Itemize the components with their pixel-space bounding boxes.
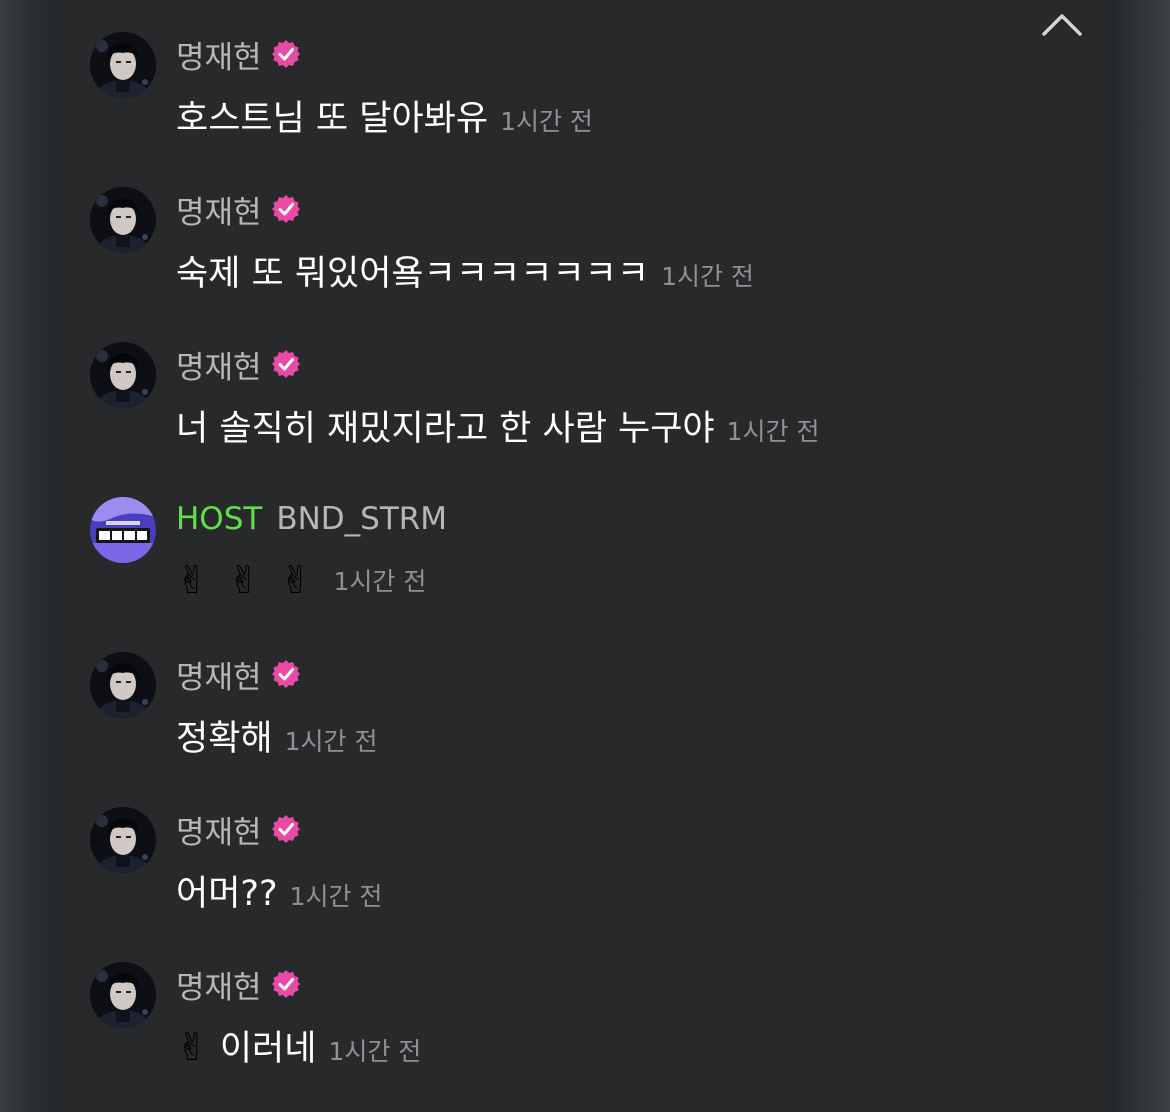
- victory-hand-emoji-icon: ✌: [176, 558, 208, 602]
- username[interactable]: 명재현: [176, 32, 262, 77]
- message-header: 명재현: [176, 32, 302, 76]
- username[interactable]: 명재현: [176, 342, 262, 387]
- avatar[interactable]: [90, 652, 156, 718]
- verified-badge-icon: [270, 813, 302, 845]
- avatar[interactable]: [90, 342, 156, 408]
- screen: 명재현 호스트님 또 달아봐유 1시간 전 명재현 숙제 또 뭐있어욬ㅋㅋㅋㅋㅋ…: [0, 0, 1170, 1112]
- chat-message: 명재현 정확해 1시간 전: [90, 652, 1080, 762]
- host-label: HOST: [176, 501, 263, 537]
- timestamp: 1시간 전: [333, 567, 427, 596]
- username[interactable]: BND_STRM: [276, 501, 447, 537]
- victory-hand-emoji-icon: ✌: [279, 558, 312, 602]
- username[interactable]: 명재현: [176, 962, 262, 1007]
- chat-message: 명재현 너 솔직히 재밌지라고 한 사람 누구야 1시간 전: [90, 342, 1080, 452]
- chat-message: 명재현 어머?? 1시간 전: [90, 807, 1080, 917]
- username[interactable]: 명재현: [176, 807, 262, 852]
- timestamp: 1시간 전: [289, 882, 383, 911]
- message-body: 어머?? 1시간 전: [176, 865, 382, 915]
- timestamp: 1시간 전: [726, 417, 820, 446]
- timestamp: 1시간 전: [661, 262, 754, 291]
- message-header: 명재현: [176, 187, 302, 231]
- victory-hand-emoji-icon: ✌: [176, 1025, 208, 1069]
- message-text: 이러네: [219, 1029, 317, 1069]
- verified-badge-icon: [270, 658, 302, 690]
- message-header: HOST BND_STRM: [176, 497, 447, 541]
- timestamp: 1시간 전: [284, 727, 378, 756]
- verified-badge-icon: [270, 38, 302, 70]
- message-text: 너 솔직히 재밌지라고 한 사람 누구야: [176, 409, 715, 449]
- chat-message: 명재현 숙제 또 뭐있어욬ㅋㅋㅋㅋㅋㅋㅋ 1시간 전: [90, 187, 1080, 297]
- message-header: 명재현: [176, 962, 302, 1006]
- message-body: 너 솔직히 재밌지라고 한 사람 누구야 1시간 전: [176, 400, 820, 450]
- message-header: 명재현: [176, 652, 302, 696]
- chat-message: 명재현 ✌ 이러네 1시간 전: [90, 962, 1080, 1072]
- chat-message-host: HOST BND_STRM ✌ ✌ ✌ 1시간 전: [90, 497, 1080, 607]
- message-text: 호스트님 또 달아봐유: [176, 99, 489, 139]
- message-body: ✌ 이러네 1시간 전: [176, 1020, 421, 1070]
- username[interactable]: 명재현: [176, 187, 262, 232]
- timestamp: 1시간 전: [328, 1037, 422, 1066]
- message-body: 정확해 1시간 전: [176, 710, 377, 760]
- chat-panel: 명재현 호스트님 또 달아봐유 1시간 전 명재현 숙제 또 뭐있어욬ㅋㅋㅋㅋㅋ…: [60, 0, 1110, 1112]
- verified-badge-icon: [270, 193, 302, 225]
- avatar[interactable]: [90, 807, 156, 873]
- message-header: 명재현: [176, 807, 302, 851]
- avatar[interactable]: [90, 962, 156, 1028]
- verified-badge-icon: [270, 348, 302, 380]
- avatar[interactable]: [90, 187, 156, 253]
- victory-hand-emoji-icon: ✌: [227, 558, 260, 602]
- username[interactable]: 명재현: [176, 652, 262, 697]
- message-text: 정확해: [176, 719, 273, 759]
- message-text: 숙제 또 뭐있어욬ㅋㅋㅋㅋㅋㅋㅋ: [176, 254, 650, 294]
- chat-message: 명재현 호스트님 또 달아봐유 1시간 전: [90, 32, 1080, 142]
- message-body: 호스트님 또 달아봐유 1시간 전: [176, 90, 593, 140]
- verified-badge-icon: [270, 968, 302, 1000]
- message-body: ✌ ✌ ✌ 1시간 전: [176, 555, 426, 605]
- timestamp: 1시간 전: [500, 107, 593, 136]
- host-avatar[interactable]: [90, 497, 156, 563]
- avatar[interactable]: [90, 32, 156, 98]
- message-text: 어머??: [176, 874, 278, 914]
- message-body: 숙제 또 뭐있어욬ㅋㅋㅋㅋㅋㅋㅋ 1시간 전: [176, 245, 754, 295]
- message-header: 명재현: [176, 342, 302, 386]
